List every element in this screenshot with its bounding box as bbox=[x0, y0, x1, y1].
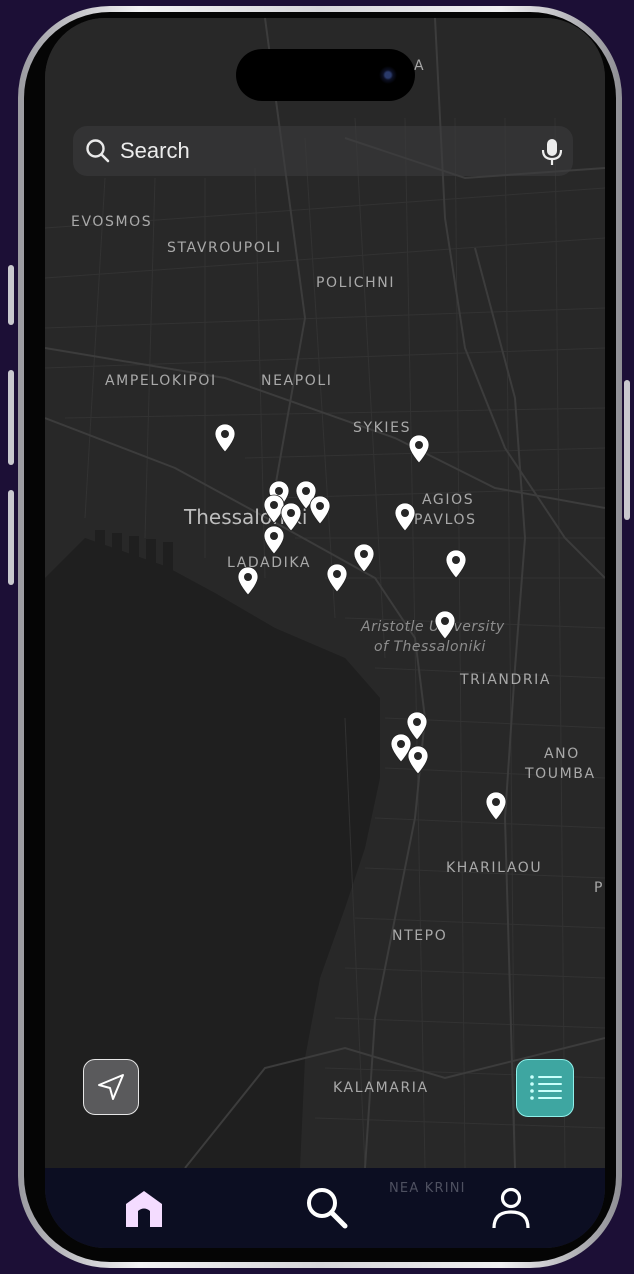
map-label-ntepo: NTEPO bbox=[392, 928, 448, 944]
locate-me-button[interactable] bbox=[83, 1059, 139, 1115]
map-label-toumba: TOUMBA bbox=[525, 766, 596, 782]
map-pin-icon[interactable] bbox=[237, 566, 259, 596]
map-pin-icon[interactable] bbox=[394, 502, 416, 532]
search-bar[interactable]: Search bbox=[73, 126, 573, 176]
map-pin-icon[interactable] bbox=[214, 423, 236, 453]
map-canvas bbox=[45, 18, 605, 1168]
navigation-arrow-icon bbox=[95, 1071, 127, 1108]
map-label-ano: ANO bbox=[544, 746, 580, 762]
action-button bbox=[8, 265, 14, 325]
camera-icon bbox=[379, 66, 397, 84]
tab-home[interactable] bbox=[122, 1186, 166, 1230]
map-label-agios: AGIOS bbox=[422, 492, 475, 508]
map-pin-icon[interactable] bbox=[434, 610, 456, 640]
volume-down-button bbox=[8, 490, 14, 585]
search-placeholder: Search bbox=[120, 138, 190, 163]
map-pin-icon[interactable] bbox=[408, 434, 430, 464]
home-icon bbox=[122, 1191, 166, 1234]
power-button bbox=[624, 380, 630, 520]
map-label-top-partial: A bbox=[414, 58, 426, 74]
map-pin-icon[interactable] bbox=[407, 745, 429, 775]
map-pin-icon[interactable] bbox=[263, 525, 285, 555]
microphone-icon[interactable] bbox=[541, 138, 563, 171]
list-view-button[interactable] bbox=[516, 1059, 574, 1117]
map-pin-icon[interactable] bbox=[485, 791, 507, 821]
list-icon bbox=[529, 1073, 563, 1108]
map-label-right-partial: P bbox=[594, 880, 605, 896]
tab-profile[interactable] bbox=[489, 1186, 533, 1230]
map-label-sykies: SYKIES bbox=[353, 420, 412, 436]
map-view[interactable]: EVOSMOS STAVROUPOLI POLICHNI AMPELOKIPOI… bbox=[45, 18, 605, 1168]
map-label-neapoli: NEAPOLI bbox=[261, 373, 333, 389]
map-pin-icon[interactable] bbox=[309, 495, 331, 525]
map-label-stavroupoli: STAVROUPOLI bbox=[167, 240, 282, 256]
map-label-nea-krini: NEA KRINI bbox=[389, 1181, 466, 1196]
map-label-evosmos: EVOSMOS bbox=[71, 214, 153, 230]
dynamic-island bbox=[236, 49, 415, 101]
app-screen: EVOSMOS STAVROUPOLI POLICHNI AMPELOKIPOI… bbox=[45, 18, 605, 1248]
tab-search[interactable] bbox=[305, 1186, 349, 1230]
map-label-pavlos: PAVLOS bbox=[414, 512, 477, 528]
bottom-tab-bar: NEA KRINI bbox=[45, 1168, 605, 1248]
map-label-triandria: TRIANDRIA bbox=[460, 672, 552, 688]
search-icon bbox=[305, 1188, 349, 1234]
map-label-aristotle: Aristotle University bbox=[361, 619, 505, 635]
map-label-kalamaria: KALAMARIA bbox=[333, 1080, 429, 1096]
map-pin-icon[interactable] bbox=[445, 549, 467, 579]
volume-up-button bbox=[8, 370, 14, 465]
map-label-aristotle-line2: of Thessaloniki bbox=[374, 639, 486, 655]
user-icon bbox=[489, 1187, 533, 1234]
map-pin-icon[interactable] bbox=[326, 563, 348, 593]
search-icon bbox=[85, 138, 111, 169]
map-label-ampelokipoi: AMPELOKIPOI bbox=[105, 373, 217, 389]
map-pin-icon[interactable] bbox=[353, 543, 375, 573]
map-label-polichni: POLICHNI bbox=[316, 275, 396, 291]
map-label-kharilaou: KHARILAOU bbox=[446, 860, 543, 876]
